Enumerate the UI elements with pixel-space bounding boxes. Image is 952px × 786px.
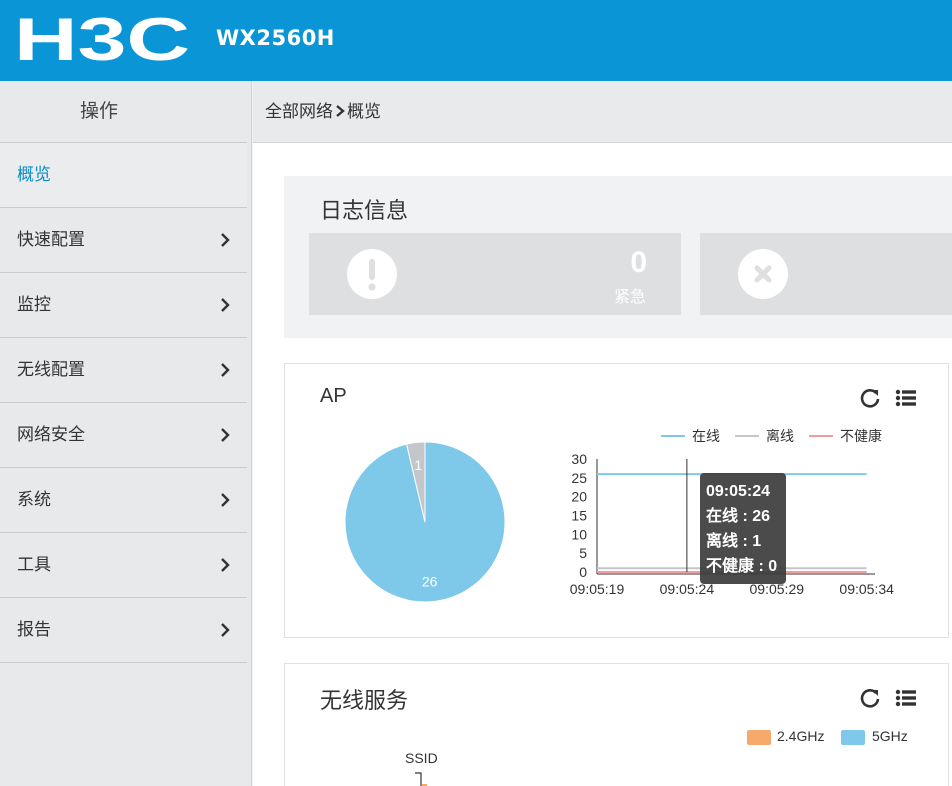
refresh-icon[interactable] — [859, 687, 881, 709]
chart-tooltip: 09:05:24 在线 : 26 离线 : 1 不健康 : 0 — [700, 473, 786, 584]
ssid-axis-label: SSID — [405, 750, 438, 766]
sidebar-item[interactable]: 系统 — [0, 468, 247, 533]
main-content: 日志信息 0 紧急 AP 26 1 0 5 10 15 20 25 30 09:05:19 09:0… — [253, 143, 952, 786]
log-count: 0 — [630, 246, 647, 279]
log-info-title: 日志信息 — [320, 198, 409, 223]
sidebar-item-label: 系统 — [17, 490, 51, 509]
sidebar: 操作 概览快速配置监控无线配置网络安全系统工具报告 — [0, 81, 252, 786]
sidebar-item[interactable]: 报告 — [0, 598, 247, 663]
log-label: 紧急 — [613, 289, 646, 306]
chevron-right-icon — [221, 493, 230, 507]
top-header: H3C WX2560H — [0, 0, 952, 81]
sidebar-item-label: 工具 — [17, 555, 51, 574]
breadcrumb: 全部网络 概览 — [253, 81, 952, 143]
wireless-service-title: 无线服务 — [320, 688, 409, 713]
legend-label: 在线 — [692, 428, 720, 444]
legend-label: 离线 — [766, 428, 794, 444]
legend-label-24ghz: 2.4GHz — [777, 728, 825, 744]
log-card-error[interactable] — [700, 233, 952, 315]
ap-panel: AP 26 1 0 5 10 15 20 25 30 09:05:19 09:05:24 09:05:… — [284, 363, 949, 638]
exclamation-icon — [347, 249, 397, 299]
y-tick-label: 5 — [579, 545, 587, 561]
sidebar-item[interactable]: 工具 — [0, 533, 247, 598]
sidebar-item[interactable]: 快速配置 — [0, 208, 247, 273]
log-info-panel: 日志信息 0 紧急 — [284, 176, 952, 338]
pie-slice-label: 1 — [414, 457, 422, 473]
legend-swatch-24ghz — [747, 730, 771, 745]
y-tick-label: 30 — [571, 451, 587, 467]
chevron-right-icon — [221, 298, 230, 312]
y-tick-label: 20 — [571, 489, 587, 505]
tooltip-unhealthy: 不健康 : 0 — [706, 558, 778, 575]
ap-charts: 26105101520253009:05:19 09:05:24 09:05:29 0… — [344, 428, 894, 603]
y-tick-label: 0 — [579, 564, 587, 580]
pie-slice-label: 26 — [422, 574, 438, 590]
sidebar-item[interactable]: 网络安全 — [0, 403, 247, 468]
x-tick-label: 09:05:19 — [570, 581, 625, 597]
chevron-right-icon — [221, 558, 230, 572]
tooltip-time: 09:05:24 — [706, 483, 771, 500]
legend-swatch-5ghz — [841, 730, 865, 745]
x-tick-label: 09:05:34 — [839, 581, 894, 597]
sidebar-item-label: 快速配置 — [17, 230, 85, 249]
sidebar-item-label: 无线配置 — [17, 360, 85, 379]
legend-label: 不健康 — [840, 428, 882, 444]
close-circle-icon — [738, 249, 788, 299]
y-tick-label: 10 — [571, 526, 587, 542]
chevron-right-icon — [221, 623, 230, 637]
breadcrumb-chevron-icon — [336, 105, 345, 117]
sidebar-item[interactable]: 监控 — [0, 273, 247, 338]
sidebar-item-label: 概览 — [17, 165, 51, 184]
list-icon[interactable] — [895, 687, 917, 709]
sidebar-item-label: 监控 — [17, 295, 51, 314]
breadcrumb-root[interactable]: 全部网络 — [265, 102, 333, 121]
sidebar-title: 操作 — [0, 81, 247, 143]
sidebar-nav: 概览快速配置监控无线配置网络安全系统工具报告 — [0, 143, 251, 663]
wireless-service-panel: 无线服务 2.4GHz 5GHz SSID — [284, 663, 949, 786]
sidebar-item-label: 网络安全 — [17, 425, 85, 444]
legend-label-5ghz: 5GHz — [872, 728, 908, 744]
tooltip-online: 在线 : 26 — [706, 508, 771, 525]
breadcrumb-current: 概览 — [347, 102, 381, 121]
chevron-right-icon — [221, 428, 230, 442]
sidebar-item-label: 报告 — [17, 620, 51, 639]
y-tick-label: 25 — [571, 470, 587, 486]
log-card-emergency[interactable]: 0 紧急 — [309, 233, 681, 315]
device-model: WX2560H — [216, 26, 335, 50]
y-tick-label: 15 — [571, 508, 587, 524]
h3c-logo: H3C — [14, 14, 190, 66]
chevron-right-icon — [221, 233, 230, 247]
logo-text: H3C — [14, 14, 190, 66]
ssid-axis — [415, 772, 427, 786]
tooltip-offline: 离线 : 1 — [706, 533, 762, 550]
chevron-right-icon — [221, 363, 230, 377]
sidebar-item[interactable]: 无线配置 — [0, 338, 247, 403]
sidebar-item[interactable]: 概览 — [0, 143, 247, 208]
